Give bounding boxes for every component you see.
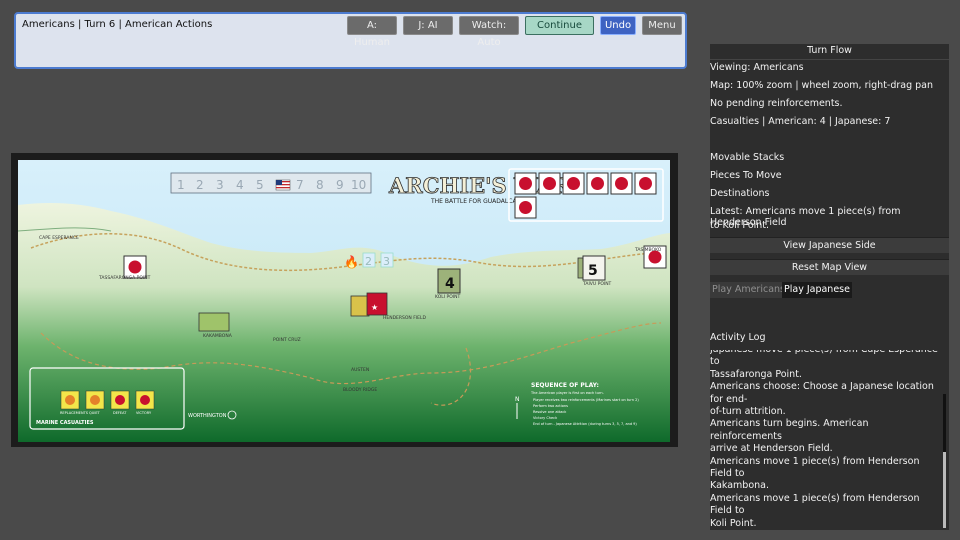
american-counter-henderson[interactable]: ★ xyxy=(350,292,388,317)
japanese-pool-counter[interactable] xyxy=(634,172,657,195)
activity-log[interactable]: Americans attack Tasimboko from Henderso… xyxy=(710,350,942,530)
scrollbar-thumb[interactable] xyxy=(943,452,946,528)
reset-map-view-button[interactable]: Reset Map View xyxy=(710,259,949,275)
casualty-box-label: REPLACEMENTS xyxy=(60,411,89,415)
reinforcement-track: 🔥 2 3 xyxy=(344,252,394,269)
turn-track-cell: 8 xyxy=(316,178,324,192)
svg-text:Victory Check: Victory Check xyxy=(533,416,558,420)
place-label: HENDERSON FIELD xyxy=(383,315,426,321)
turn-track-cell: 5 xyxy=(256,178,264,192)
activity-log-scrollbar[interactable] xyxy=(943,394,946,528)
reinforcement-cell: 2 xyxy=(365,255,372,268)
log-entry: arrive at Henderson Field. xyxy=(710,443,833,455)
viewing-side: Viewing: Americans xyxy=(710,62,804,73)
log-entry: Koli Point. xyxy=(710,517,757,529)
turn-track-cell: 9 xyxy=(336,178,344,192)
svg-text:The American player is first o: The American player is first on each tur… xyxy=(530,391,604,395)
compass-north-icon: N xyxy=(515,396,520,403)
destinations-label: Destinations xyxy=(710,188,770,199)
menu-button[interactable]: Menu xyxy=(642,16,682,35)
turn-track: 1 2 3 4 5 7 8 9 10 xyxy=(170,172,372,194)
turn-flow-panel: Turn Flow Viewing: Americans Map: 100% z… xyxy=(710,44,949,530)
svg-text:Player receives two reinforcem: Player receives two reinforcements (Mari… xyxy=(533,398,639,402)
japanese-pool-counter[interactable] xyxy=(514,196,537,219)
place-label: KAKAMBONA xyxy=(203,333,233,339)
game-map[interactable]: 1 2 3 4 5 7 8 9 10 ARCHIE'S WAR THE BATT… xyxy=(11,153,678,447)
svg-text:SEQUENCE OF PLAY:: SEQUENCE OF PLAY: xyxy=(531,382,599,389)
casualties-summary: Casualties | American: 4 | Japanese: 7 xyxy=(710,116,891,127)
pieces-to-move-label: Pieces To Move xyxy=(710,170,782,181)
play-japanese-toggle[interactable]: Play Japanese xyxy=(782,282,852,298)
reinforcement-status: No pending reinforcements. xyxy=(710,98,843,109)
japanese-pool-counter[interactable] xyxy=(562,172,585,195)
american-counter-kakambona[interactable] xyxy=(198,312,230,332)
place-label: AUSTEN xyxy=(351,367,369,373)
svg-text:End of turn - Japanese Attriti: End of turn - Japanese Attrition (during… xyxy=(533,422,637,426)
japanese-pool-counter[interactable] xyxy=(586,172,609,195)
american-controller-button[interactable]: A: Human xyxy=(347,16,397,48)
watch-mode-button[interactable]: Watch: Auto xyxy=(459,16,519,48)
svg-text:Resolve one attack: Resolve one attack xyxy=(533,410,567,414)
japanese-counter-cape-esperance[interactable] xyxy=(123,255,147,279)
map-board[interactable]: 1 2 3 4 5 7 8 9 10 ARCHIE'S WAR THE BATT… xyxy=(11,153,678,447)
activity-log-title: Activity Log xyxy=(710,332,766,343)
movable-stacks-label: Movable Stacks xyxy=(710,152,785,163)
japanese-pool-counter[interactable] xyxy=(514,172,537,195)
place-label: CAPE ESPERANCE xyxy=(39,235,79,241)
turn-track-cell: 1 xyxy=(177,178,185,192)
casualty-box-replacements xyxy=(60,390,80,410)
turn-track-cell: 4 xyxy=(236,178,244,192)
log-entry: Americans move 1 piece(s) from Henderson… xyxy=(710,455,920,479)
stack-count: 5 xyxy=(588,263,598,279)
log-entry: Americans turn begins. American reinforc… xyxy=(710,418,869,442)
casualty-box-defeat xyxy=(110,390,130,410)
command-bar: Americans | Turn 6 | American Actions A:… xyxy=(14,12,687,69)
star-icon: ★ xyxy=(371,303,378,312)
undo-button[interactable]: Undo xyxy=(600,16,636,35)
place-label: TASIMBOKO xyxy=(634,247,662,253)
casualty-box-label: DEFEAT xyxy=(113,411,127,415)
log-entry: Kakambona. xyxy=(710,480,769,492)
turn-track-cell: 7 xyxy=(296,178,304,192)
turn-status: Americans | Turn 6 | American Actions xyxy=(22,19,213,30)
reinforcement-cell: 3 xyxy=(383,255,390,268)
japanese-pool-counter[interactable] xyxy=(610,172,633,195)
game-subtitle: THE BATTLE FOR GUADALCANAL xyxy=(430,198,529,205)
place-label: POINT CRUZ xyxy=(273,337,301,343)
japanese-controller-button[interactable]: J: AI xyxy=(403,16,453,35)
turn-track-cell: 3 xyxy=(216,178,224,192)
us-flag-turn-marker xyxy=(275,179,291,191)
log-entry: Japanese move 1 piece(s) from Cape Esper… xyxy=(710,350,938,368)
log-entry: Americans choose: Choose a Japanese loca… xyxy=(710,381,934,405)
casualty-box-quiet xyxy=(85,390,105,410)
latest-action-line-2: to Koli Point. xyxy=(710,220,770,231)
american-stack-koli[interactable]: 4 xyxy=(437,268,461,294)
place-label: TASSAFARONGA POINT xyxy=(98,275,151,281)
turn-track-cell: 10 xyxy=(351,178,366,192)
japanese-pool-counter[interactable] xyxy=(538,172,561,195)
casualty-box-label: QUIET xyxy=(89,411,101,415)
svg-text:Perform two actions: Perform two actions xyxy=(533,404,568,408)
log-entry: Americans move 1 piece(s) from Henderson… xyxy=(710,492,920,517)
publisher-label: WORTHINGTON xyxy=(188,413,227,419)
casualties-label: MARINE CASUALTIES xyxy=(36,420,94,426)
place-label: KOLI POINT xyxy=(435,294,460,300)
map-zoom-info: Map: 100% zoom | wheel zoom, right-drag … xyxy=(710,80,934,91)
place-label: BLOODY RIDGE xyxy=(343,387,377,393)
fire-icon: 🔥 xyxy=(344,255,359,269)
turn-track-cell: 2 xyxy=(196,178,204,192)
stack-count: 4 xyxy=(445,276,455,292)
view-japanese-side-button[interactable]: View Japanese Side xyxy=(710,237,949,253)
casualty-box-victory xyxy=(135,390,155,410)
log-entry: of-turn attrition. xyxy=(710,405,786,417)
casualty-box-label: VICTORY xyxy=(136,411,152,415)
american-stack-taivu[interactable]: 5 xyxy=(577,255,606,281)
play-americans-toggle[interactable]: Play Americans xyxy=(710,282,787,298)
log-entry: Tassafaronga Point. xyxy=(710,368,802,380)
place-label: TAIVU POINT xyxy=(582,281,612,287)
continue-button[interactable]: Continue xyxy=(525,16,594,35)
panel-heading: Turn Flow xyxy=(710,44,949,60)
